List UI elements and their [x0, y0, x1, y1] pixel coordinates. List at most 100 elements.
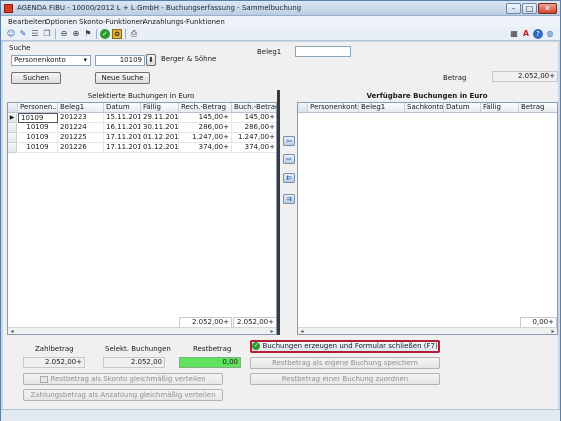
- menu-anzahlungs-funktionen[interactable]: Anzahlungs-Funktionen: [143, 18, 225, 26]
- zahlbetrag-value: 2.052,00+: [23, 357, 85, 368]
- scroll-right-icon[interactable]: ▸: [268, 328, 276, 334]
- col-header-sachkonto[interactable]: Sachkonto: [405, 103, 444, 113]
- rest-own-booking-button[interactable]: Restbetrag als eigene Buchung speichern: [250, 357, 440, 369]
- person-edit-icon[interactable]: ✎: [18, 29, 28, 39]
- row-selector[interactable]: [8, 123, 17, 133]
- calculator-icon[interactable]: ▦: [509, 29, 519, 39]
- list-icon[interactable]: ☰: [30, 29, 40, 39]
- col-header-personenkonto[interactable]: Personenkonto: [308, 103, 359, 113]
- selected-bookings-grid: Personen... Beleg1 Datum Fällig Rech.-Be…: [7, 102, 277, 335]
- main-content: Suche Personenkonto ▾ 10109 ⬇ Berger & S…: [3, 42, 558, 417]
- restbetrag-label: Restbetrag: [193, 345, 232, 353]
- table-row-cell[interactable]: 30.11.2012: [141, 123, 179, 133]
- col-header-rech-betrag[interactable]: Rech.-Betrag: [179, 103, 232, 113]
- rest-skonto-label: Restbetrag als Skonto gleichmäßig vertei…: [50, 375, 206, 383]
- account-number-field[interactable]: 10109: [95, 55, 145, 66]
- maximize-button[interactable]: □: [522, 3, 537, 14]
- table-row-cell[interactable]: 1.247,00+: [179, 133, 232, 143]
- search-label: Suche: [9, 44, 31, 52]
- table-row-cell[interactable]: 10109: [18, 113, 58, 123]
- rest-skonto-button[interactable]: Restbetrag als Skonto gleichmäßig vertei…: [23, 373, 223, 385]
- zoom-in-icon[interactable]: ⊕: [71, 29, 81, 39]
- copy-icon[interactable]: ❐: [42, 29, 52, 39]
- move-all-left-icon[interactable]: ⇇: [283, 173, 295, 183]
- table-row-cell[interactable]: 01.12.2012: [141, 133, 179, 143]
- beleg-field[interactable]: [295, 46, 351, 57]
- grid-config-icon[interactable]: [298, 103, 308, 113]
- selekt-buchungen-label: Selekt. Buchungen: [105, 345, 171, 353]
- col-header-datum[interactable]: Datum: [104, 103, 141, 113]
- menu-bar: Bearbeiten Optionen Skonto-Funktionen An…: [1, 16, 560, 27]
- menu-optionen[interactable]: Optionen: [45, 18, 77, 26]
- create-bookings-button[interactable]: ✓ Buchungen erzeugen und Formular schlie…: [250, 340, 440, 353]
- restbetrag-value: 0,00: [179, 357, 241, 368]
- row-selector[interactable]: [8, 143, 17, 153]
- table-row-cell[interactable]: 10109: [18, 143, 58, 153]
- table-row-cell[interactable]: 01.12.2012: [141, 143, 179, 153]
- table-row-cell[interactable]: 10109: [18, 123, 58, 133]
- zoom-out-icon[interactable]: ⊖: [59, 29, 69, 39]
- scroll-left-icon[interactable]: ◂: [298, 328, 306, 334]
- horizontal-scrollbar[interactable]: ◂ ▸: [8, 327, 276, 334]
- move-right-icon[interactable]: ⇨: [283, 154, 295, 164]
- minimize-button[interactable]: –: [506, 3, 521, 14]
- table-row-cell[interactable]: 145,00+: [179, 113, 232, 123]
- menu-skonto-funktionen[interactable]: Skonto-Funktionen: [79, 18, 144, 26]
- col-header-buch-betrag[interactable]: Buch.-Betrag: [232, 103, 276, 113]
- row-selector[interactable]: [8, 133, 17, 143]
- table-row-cell[interactable]: 374,00+: [232, 143, 276, 153]
- rest-assign-button[interactable]: Restbetrag einer Buchung zuordnen: [250, 373, 440, 385]
- betrag-label: Betrag: [443, 74, 467, 82]
- table-row-cell[interactable]: 201225: [58, 133, 104, 143]
- col-header-faellig[interactable]: Fällig: [141, 103, 179, 113]
- create-bookings-label: Buchungen erzeugen und Formular schließe…: [262, 342, 438, 350]
- close-button[interactable]: ✕: [538, 3, 557, 14]
- search-button[interactable]: Suchen: [11, 72, 61, 84]
- calculator-icon: [40, 375, 49, 383]
- new-search-button[interactable]: Neue Suche: [95, 72, 150, 84]
- col-header-beleg1[interactable]: Beleg1: [359, 103, 405, 113]
- table-row-cell[interactable]: 374,00+: [179, 143, 232, 153]
- table-row-cell[interactable]: 201224: [58, 123, 104, 133]
- search-type-value: Personenkonto: [14, 56, 66, 64]
- table-row-cell[interactable]: 145,00+: [232, 113, 276, 123]
- table-row-cell[interactable]: 1.247,00+: [232, 133, 276, 143]
- table-row-cell[interactable]: 29.11.2012: [141, 113, 179, 123]
- scroll-right-icon[interactable]: ▸: [549, 328, 557, 334]
- window-title: AGENDA FIBU - 10000/2012 L + L GmbH - Bu…: [17, 4, 302, 12]
- col-header-datum[interactable]: Datum: [444, 103, 481, 113]
- table-row-cell[interactable]: 286,00+: [179, 123, 232, 133]
- table-row-cell[interactable]: 201226: [58, 143, 104, 153]
- splitter[interactable]: [277, 90, 280, 335]
- menu-bearbeiten[interactable]: Bearbeiten: [8, 18, 46, 26]
- globe-icon[interactable]: ◍: [545, 29, 555, 39]
- selekt-buchungen-value: 2.052,00: [103, 357, 165, 368]
- table-row-cell[interactable]: 16.11.2012: [104, 123, 141, 133]
- move-left-icon[interactable]: ⇦: [283, 136, 295, 146]
- save-icon[interactable]: ✪: [112, 29, 122, 39]
- scroll-left-icon[interactable]: ◂: [8, 328, 16, 334]
- grid-config-icon[interactable]: [8, 103, 18, 113]
- col-header-personen[interactable]: Personen...: [18, 103, 58, 113]
- account-lookup-button[interactable]: ⬇: [146, 54, 156, 66]
- bookmark-icon[interactable]: ⚑: [83, 29, 93, 39]
- table-row-cell[interactable]: 15.11.2012: [104, 113, 141, 123]
- print-icon[interactable]: ⎙: [129, 29, 139, 39]
- col-header-beleg1[interactable]: Beleg1: [58, 103, 104, 113]
- table-row-cell[interactable]: 17.11.2012: [104, 143, 141, 153]
- help-icon[interactable]: ?: [533, 29, 543, 39]
- col-header-betrag[interactable]: Betrag: [519, 103, 557, 113]
- check-icon[interactable]: ✓: [100, 29, 110, 39]
- agenda-logo-icon[interactable]: A: [521, 29, 531, 39]
- table-row-cell[interactable]: 10109: [18, 133, 58, 143]
- table-row-cell[interactable]: 286,00+: [232, 123, 276, 133]
- table-row-cell[interactable]: 17.11.2012: [104, 133, 141, 143]
- table-row-cell[interactable]: 201223: [58, 113, 104, 123]
- person-icon[interactable]: ☺: [6, 29, 16, 39]
- col-header-faellig[interactable]: Fällig: [481, 103, 519, 113]
- chevron-down-icon: ▾: [83, 56, 87, 64]
- move-all-right-icon[interactable]: ⇉: [283, 194, 295, 204]
- search-type-select[interactable]: Personenkonto ▾: [11, 55, 91, 66]
- horizontal-scrollbar[interactable]: ◂ ▸: [298, 327, 557, 334]
- zahlung-anzahlung-button[interactable]: Zahlungsbetrag als Anzahlung gleichmäßig…: [23, 389, 223, 401]
